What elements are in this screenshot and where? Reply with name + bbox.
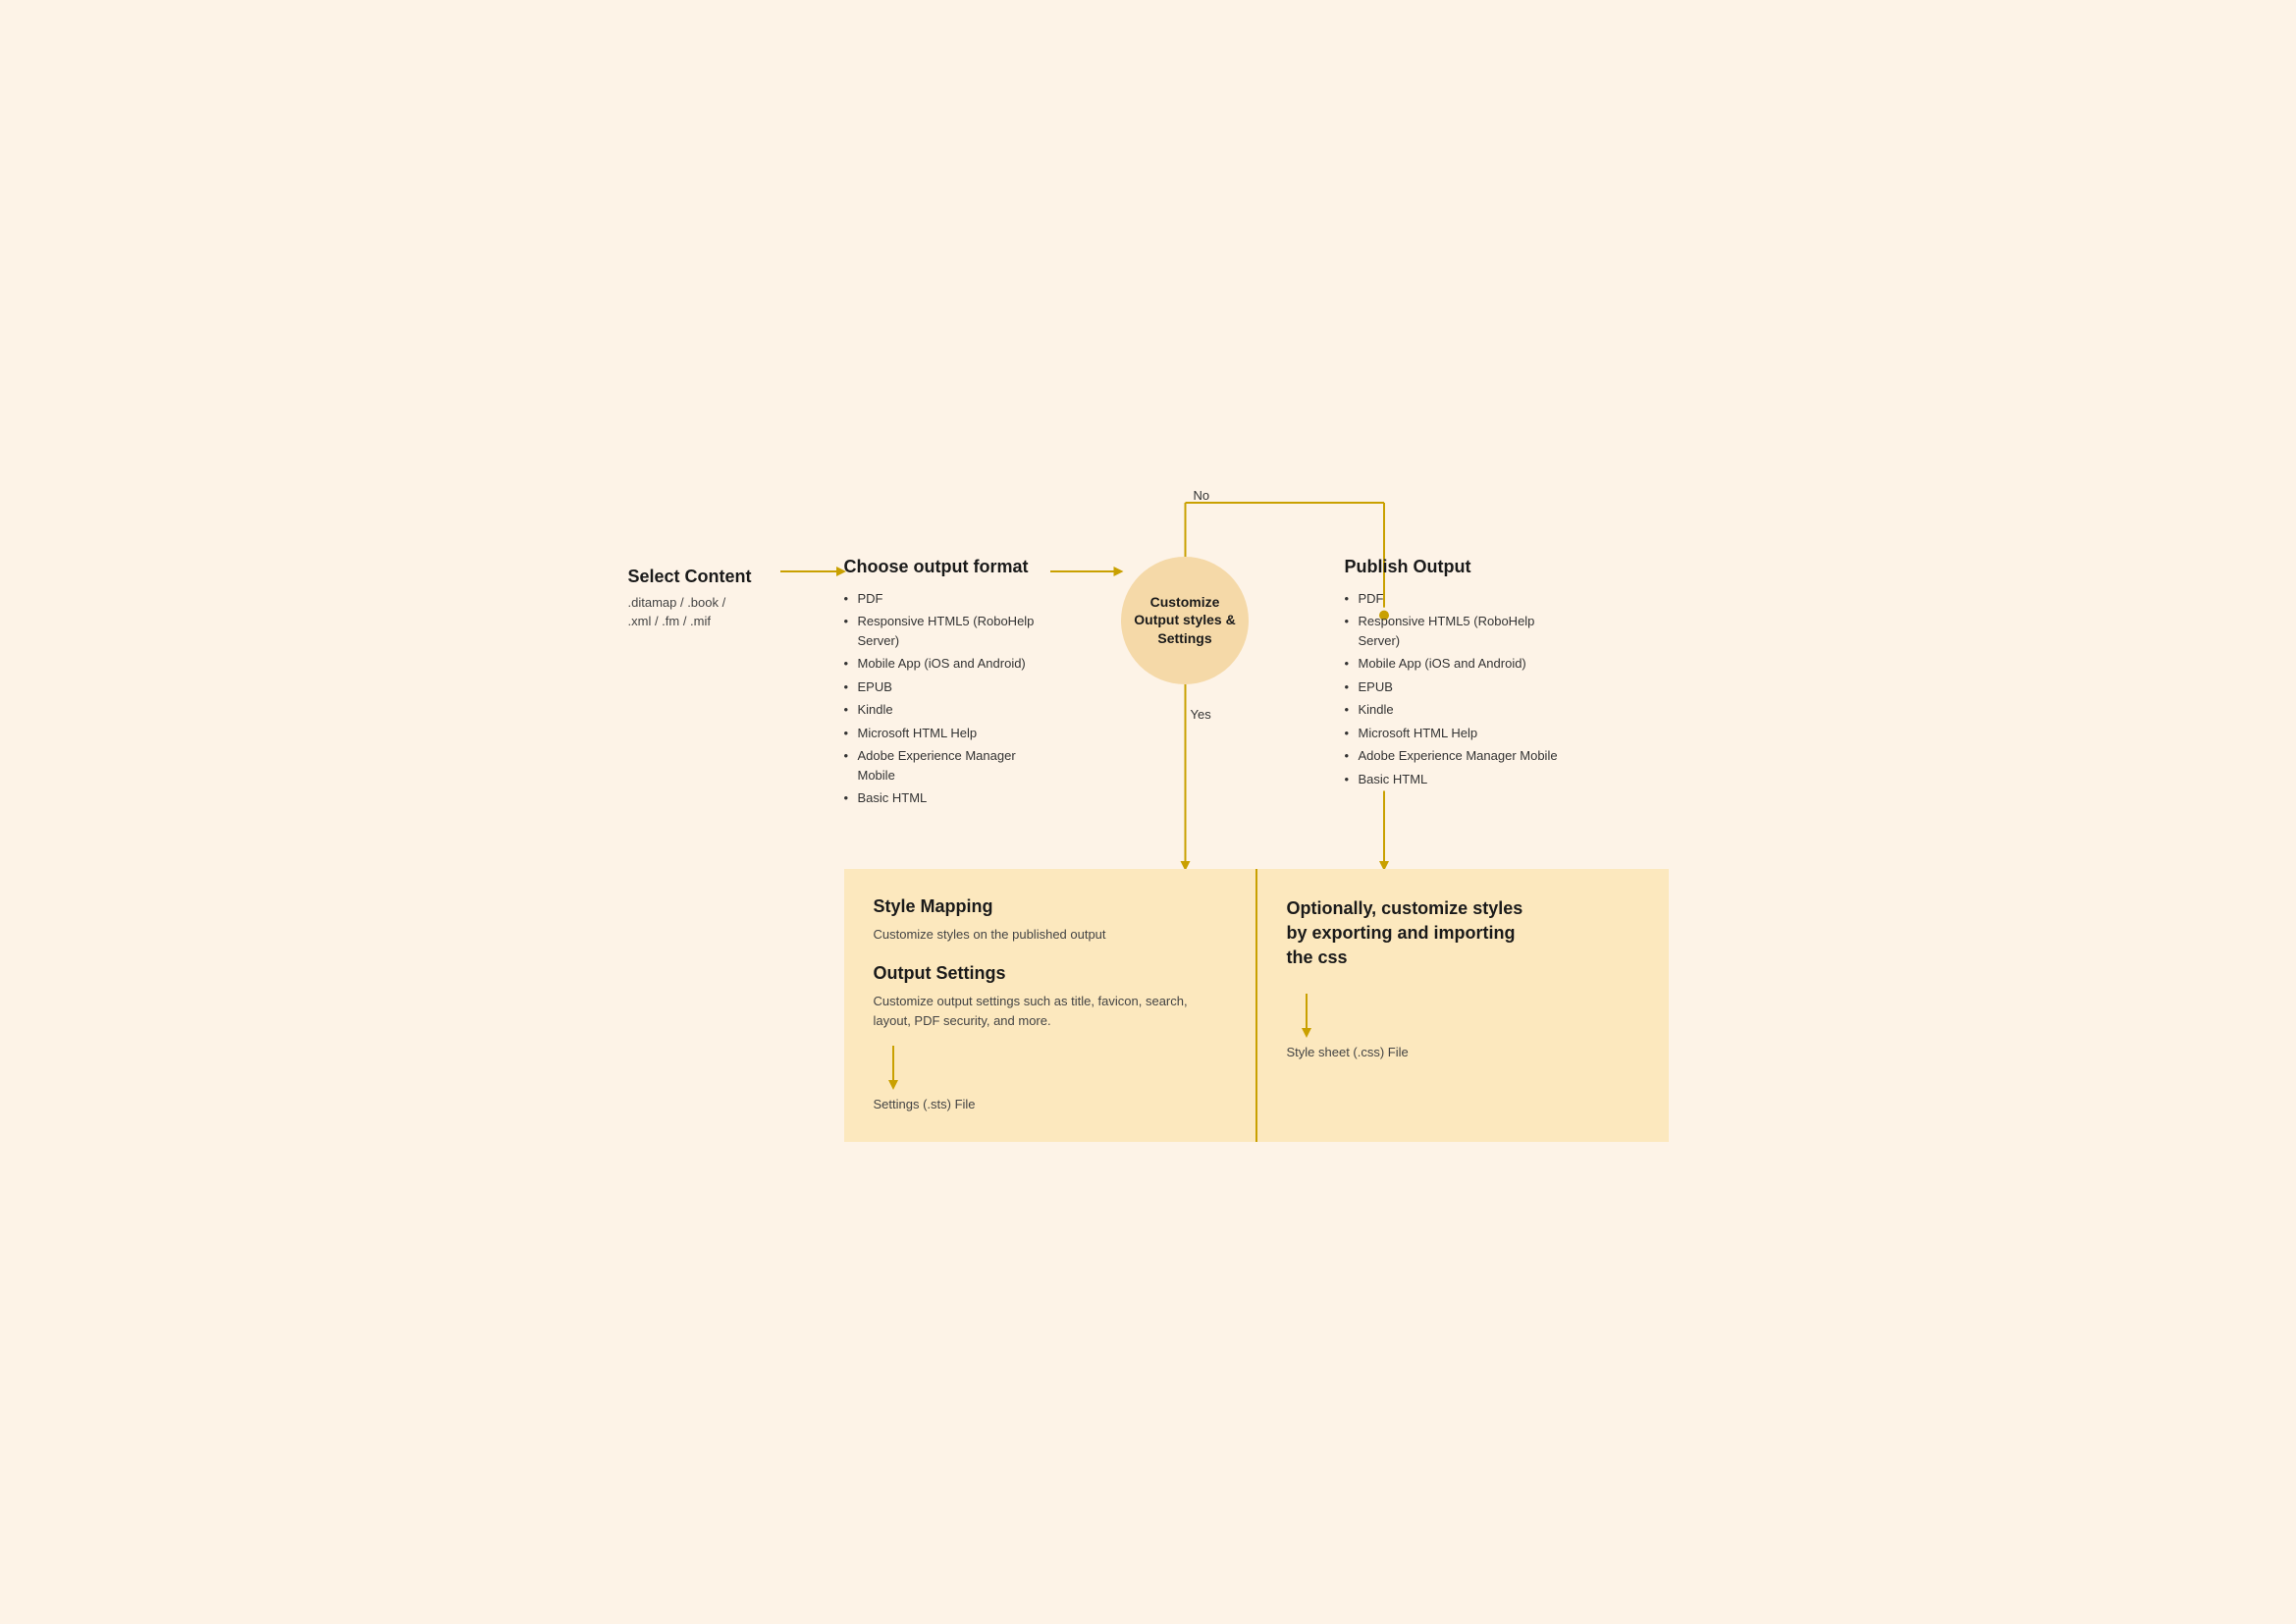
yes-spacer [628, 810, 1669, 869]
list-item: Basic HTML [1345, 768, 1580, 791]
page: No Yes Select Content .ditamap / .book /… [609, 483, 1688, 1142]
list-item: EPUB [1345, 676, 1580, 699]
settings-file-label: Settings (.sts) File [874, 1095, 1226, 1114]
list-item: Microsoft HTML Help [844, 722, 1050, 745]
output-settings-title: Output Settings [874, 963, 1226, 984]
customize-node: Customize Output styles & Settings [1114, 557, 1256, 684]
diagram: No Yes Select Content .ditamap / .book /… [628, 483, 1669, 1142]
list-item: Adobe Experience Manager Mobile [1345, 744, 1580, 768]
list-item: EPUB [844, 676, 1050, 699]
list-item: PDF [1345, 587, 1580, 611]
select-content-node: Select Content .ditamap / .book / .xml /… [628, 557, 780, 631]
bottom-left-box: Style Mapping Customize styles on the pu… [844, 869, 1257, 1142]
choose-format-title: Choose output format [844, 557, 1050, 577]
style-mapping-title: Style Mapping [874, 896, 1226, 917]
down-arrow-svg-right [1297, 994, 1316, 1043]
publish-output-node: Publish Output PDF Responsive HTML5 (Rob… [1345, 557, 1580, 791]
down-arrow-svg [883, 1046, 903, 1095]
list-item: Mobile App (iOS and Android) [1345, 652, 1580, 676]
connector-2 [1050, 557, 1114, 574]
publish-list: PDF Responsive HTML5 (RoboHelp Server) M… [1345, 587, 1580, 791]
settings-arrow [883, 1046, 1226, 1095]
list-item: PDF [844, 587, 1050, 611]
customize-circle: Customize Output styles & Settings [1121, 557, 1249, 684]
css-file-label: Style sheet (.css) File [1287, 1043, 1639, 1062]
bottom-left-spacer [628, 869, 844, 1142]
list-item: Responsive HTML5 (RoboHelp Server) [1345, 610, 1580, 652]
top-spacer [628, 483, 1669, 557]
list-item: Responsive HTML5 (RoboHelp Server) [844, 610, 1050, 652]
list-item: Microsoft HTML Help [1345, 722, 1580, 745]
select-content-title: Select Content [628, 567, 780, 587]
list-item: Adobe Experience Manager Mobile [844, 744, 1050, 786]
style-mapping-desc: Customize styles on the published output [874, 925, 1226, 945]
list-item: Kindle [1345, 698, 1580, 722]
main-row: Select Content .ditamap / .book / .xml /… [628, 557, 1669, 810]
css-arrow [1297, 994, 1639, 1043]
publish-title: Publish Output [1345, 557, 1580, 577]
list-item: Kindle [844, 698, 1050, 722]
customize-label: Customize Output styles & Settings [1133, 593, 1237, 647]
list-item: Basic HTML [844, 786, 1050, 810]
choose-format-list: PDF Responsive HTML5 (RoboHelp Server) M… [844, 587, 1050, 810]
choose-format-node: Choose output format PDF Responsive HTML… [844, 557, 1050, 810]
optionally-title: Optionally, customize styles by exportin… [1287, 896, 1542, 971]
bottom-right-box: Optionally, customize styles by exportin… [1257, 869, 1669, 1142]
bottom-row: Style Mapping Customize styles on the pu… [628, 869, 1669, 1142]
output-settings-desc: Customize output settings such as title,… [874, 992, 1226, 1030]
select-content-subtitle: .ditamap / .book / .xml / .fm / .mif [628, 593, 780, 631]
list-item: Mobile App (iOS and Android) [844, 652, 1050, 676]
connector-1 [780, 557, 844, 574]
